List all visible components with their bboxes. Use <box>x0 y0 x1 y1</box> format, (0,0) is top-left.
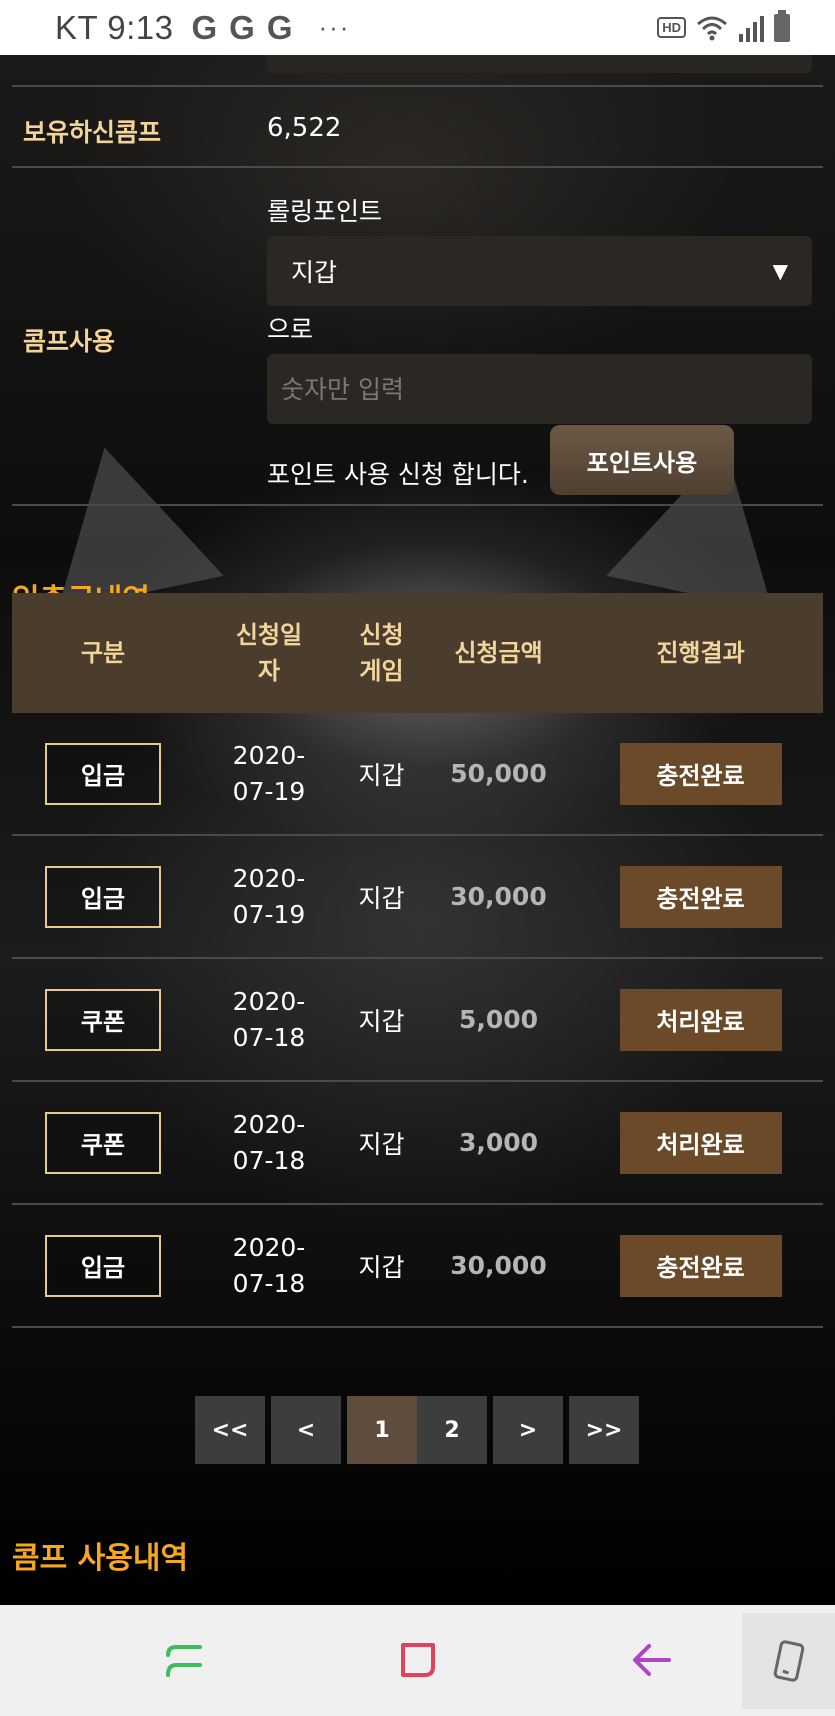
result-badge: 충전완료 <box>619 865 782 928</box>
wallet-select[interactable]: 지갑 ▼ <box>267 236 812 306</box>
request-date: 2020- 07-19 <box>232 863 306 929</box>
dropdown-arrow-icon: ▼ <box>772 259 788 283</box>
comp-history-title: 콤프 사용내역 <box>12 1541 189 1576</box>
request-amount: 3,000 <box>458 1128 539 1157</box>
type-badge: 입금 <box>45 742 161 805</box>
request-game: 지갑 <box>358 760 405 790</box>
type-badge: 쿠폰 <box>45 1111 161 1174</box>
table-row: 쿠폰 2020- 07-18 지갑 3,000 처리완료 <box>12 1082 823 1205</box>
wifi-icon <box>697 16 727 40</box>
first-page-button[interactable]: << <box>195 1396 265 1464</box>
request-date: 2020- 07-18 <box>232 1232 306 1298</box>
carrier-time: KT 9:13 <box>55 8 174 46</box>
request-date: 2020- 07-18 <box>232 986 306 1052</box>
request-game: 지갑 <box>358 1006 405 1036</box>
owned-comp-value: 6,522 <box>267 113 342 143</box>
result-badge: 처리완료 <box>619 988 782 1051</box>
recent-apps-button[interactable] <box>145 1620 225 1700</box>
back-icon <box>633 1644 671 1676</box>
more-notifications-icon: ··· <box>318 12 351 42</box>
request-amount: 50,000 <box>450 759 547 788</box>
owned-comp-label: 보유하신콤프 <box>23 118 162 147</box>
home-icon <box>401 1643 435 1677</box>
point-use-button[interactable]: 포인트사용 <box>550 425 734 495</box>
column-header-type: 구분 <box>80 639 126 667</box>
request-game: 지갑 <box>358 1129 405 1159</box>
comp-use-label: 콤프사용 <box>23 327 116 356</box>
table-row: 입금 2020- 07-18 지갑 30,000 충전완료 <box>12 1205 823 1328</box>
table-header: 구분 신청일 자 신청 게임 신청금액 진행결과 <box>12 593 823 713</box>
signal-icon <box>739 15 764 42</box>
divider <box>12 85 823 87</box>
request-game: 지갑 <box>358 883 405 913</box>
next-page-button[interactable]: > <box>493 1396 563 1464</box>
table-row: 쿠폰 2020- 07-18 지갑 5,000 처리완료 <box>12 959 823 1082</box>
type-badge: 입금 <box>45 865 161 928</box>
table-row: 입금 2020- 07-19 지갑 50,000 충전완료 <box>12 713 823 836</box>
back-button[interactable] <box>612 1620 692 1700</box>
type-badge: 쿠폰 <box>45 988 161 1051</box>
battery-icon <box>774 9 790 42</box>
type-badge: 입금 <box>45 1234 161 1297</box>
status-bar: KT 9:13 G G G ··· HD <box>0 0 835 55</box>
result-badge: 충전완료 <box>619 742 782 805</box>
result-badge: 충전완료 <box>619 1234 782 1297</box>
result-badge: 처리완료 <box>619 1111 782 1174</box>
hd-voice-icon: HD <box>657 17 686 38</box>
divider <box>12 504 823 506</box>
to-label: 으로 <box>267 315 314 344</box>
last-page-button[interactable]: >> <box>569 1396 639 1464</box>
page-button[interactable]: 2 <box>417 1396 487 1464</box>
request-amount: 30,000 <box>450 1251 547 1280</box>
request-game: 지갑 <box>358 1252 405 1282</box>
rotate-screen-button[interactable] <box>742 1613 835 1709</box>
column-header-game: 신청 게임 <box>359 621 404 685</box>
point-amount-input[interactable] <box>267 354 812 424</box>
table-row: 입금 2020- 07-19 지갑 30,000 충전완료 <box>12 836 823 959</box>
request-date: 2020- 07-18 <box>232 1109 306 1175</box>
google-notification-icon: G <box>229 8 255 46</box>
divider <box>12 166 823 168</box>
request-date: 2020- 07-19 <box>232 740 306 806</box>
recent-apps-icon <box>166 1645 202 1677</box>
google-notification-icon: G <box>191 8 218 46</box>
wallet-select-value: 지갑 <box>291 258 338 287</box>
rotate-screen-icon <box>773 1640 804 1682</box>
google-notification-icon: G <box>266 8 293 46</box>
pagination: << < 1 2 > >> <box>195 1396 645 1466</box>
column-header-result: 진행결과 <box>656 639 745 667</box>
history-table: 구분 신청일 자 신청 게임 신청금액 진행결과 입금 2020- 07-19 … <box>12 593 823 1328</box>
previous-field-edge <box>267 55 812 73</box>
column-header-date: 신청일 자 <box>235 621 303 685</box>
column-header-amount: 신청금액 <box>454 639 543 667</box>
system-nav-bar <box>0 1605 835 1716</box>
request-amount: 5,000 <box>458 1005 539 1034</box>
prev-page-button[interactable]: < <box>271 1396 341 1464</box>
request-amount: 30,000 <box>450 882 547 911</box>
page-button-current[interactable]: 1 <box>347 1396 417 1464</box>
apply-text: 포인트 사용 신청 합니다. <box>267 460 529 489</box>
rolling-point-label: 롤링포인트 <box>267 197 383 226</box>
home-button[interactable] <box>378 1620 458 1700</box>
page-content: 보유하신콤프 6,522 콤프사용 롤링포인트 지갑 ▼ 으로 포인트 사용 신… <box>0 55 835 1605</box>
notification-icons: G G G <box>191 9 292 47</box>
